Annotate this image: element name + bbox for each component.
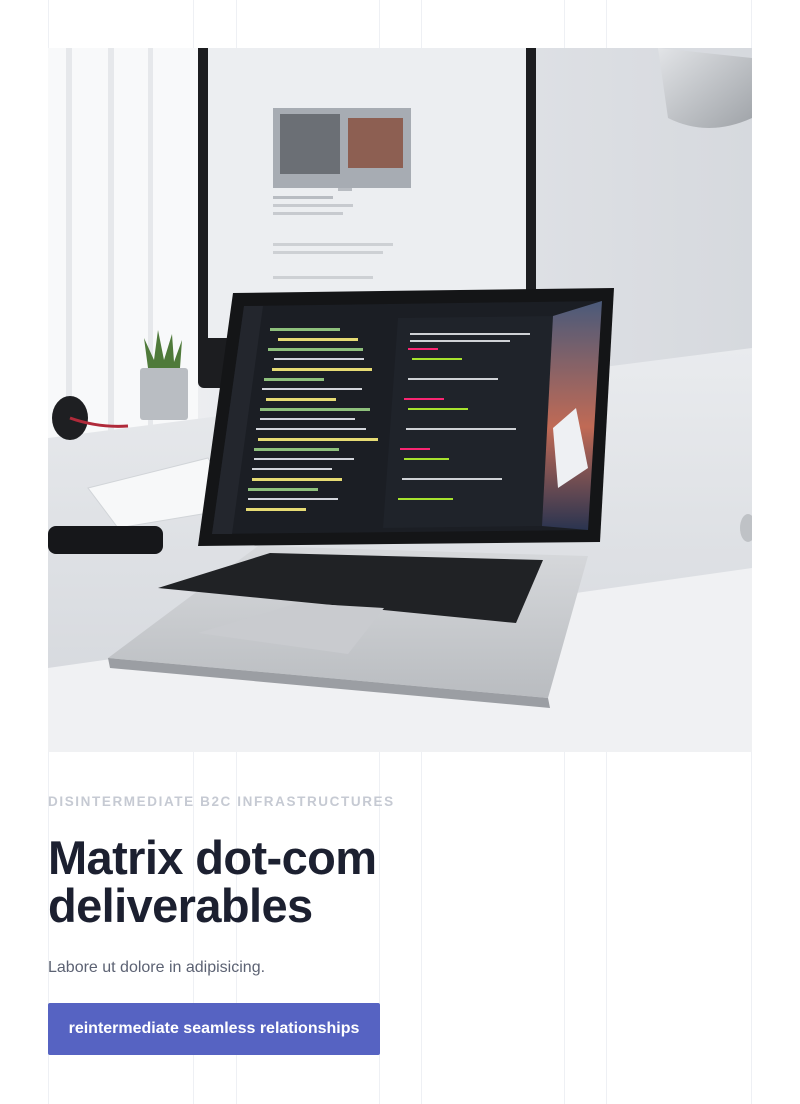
- hero-content: DISINTERMEDIATE B2C INFRASTRUCTURES Matr…: [48, 794, 752, 1055]
- page: DISINTERMEDIATE B2C INFRASTRUCTURES Matr…: [0, 0, 800, 1104]
- cta-button[interactable]: reintermediate seamless relationships: [48, 1003, 380, 1055]
- hero-image: [48, 48, 752, 752]
- eyebrow-text: DISINTERMEDIATE B2C INFRASTRUCTURES: [48, 794, 395, 809]
- description-text: Labore ut dolore in adipisicing.: [48, 959, 266, 976]
- page-title: Matrix dot-com deliverables: [48, 831, 377, 932]
